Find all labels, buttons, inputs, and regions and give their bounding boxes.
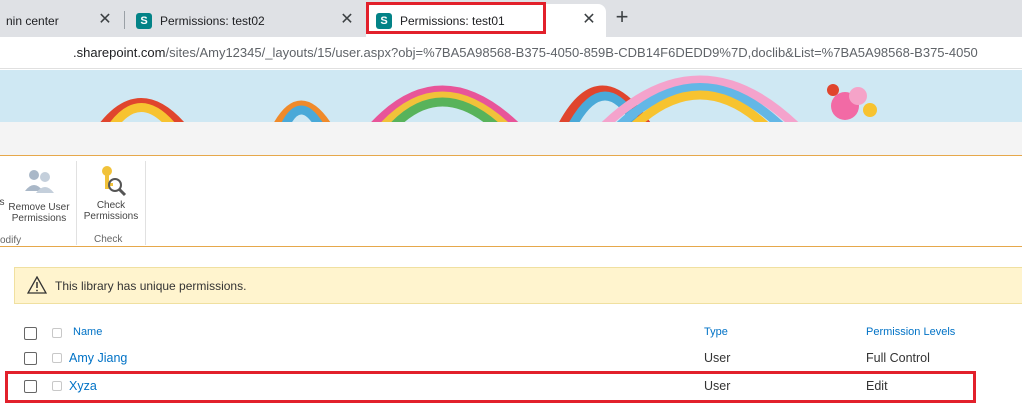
tab-title: Permissions: test02 — [160, 13, 265, 28]
new-tab-button[interactable]: + — [610, 6, 634, 30]
url-path: /sites/Amy12345/_layouts/15/user.aspx?ob… — [165, 45, 978, 60]
address-bar[interactable]: .sharepoint.com/sites/Amy12345/_layouts/… — [0, 37, 1022, 69]
close-icon[interactable]: ✕ — [580, 11, 598, 29]
check-line1: Check — [96, 200, 126, 211]
modify-group-label: odify — [0, 235, 22, 246]
tab-admin-center[interactable]: nin center ✕ — [0, 4, 122, 37]
suite-bar — [0, 122, 1022, 156]
tab-title: Permissions: test01 — [400, 13, 505, 28]
column-header-permission-levels[interactable]: Permission Levels — [866, 326, 955, 338]
permission-level: Full Control — [866, 351, 930, 365]
ribbon-divider — [145, 161, 146, 245]
sharepoint-icon: S — [136, 12, 152, 29]
close-icon[interactable]: ✕ — [96, 11, 114, 29]
tab-permissions-test01[interactable]: S Permissions: test01 ✕ — [366, 4, 606, 37]
row-item-checkbox[interactable] — [52, 381, 62, 391]
unique-permissions-notice: This library has unique permissions. — [14, 267, 1022, 304]
ribbon-divider — [76, 161, 77, 245]
remove-user-permissions-button[interactable]: Remove User Permissions — [6, 167, 72, 224]
users-icon — [25, 170, 54, 193]
notice-text: This library has unique permissions. — [55, 279, 247, 293]
ribbon: s Remove User Permissions odify Check Pe… — [0, 157, 1022, 247]
check-group-label: Check — [94, 234, 123, 245]
column-header-type[interactable]: Type — [704, 326, 728, 338]
remove-user-line1: Remove User — [8, 202, 70, 213]
row-item-checkbox[interactable] — [52, 353, 62, 363]
check-line2: Permissions — [83, 211, 139, 222]
sharepoint-icon: S — [376, 12, 392, 29]
key-magnifier-icon — [102, 166, 127, 197]
tab-permissions-test02[interactable]: S Permissions: test02 ✕ — [126, 4, 364, 37]
check-permissions-button[interactable]: Check Permissions — [80, 165, 142, 222]
header-item-checkbox[interactable] — [52, 328, 62, 338]
select-all-checkbox[interactable] — [24, 327, 37, 340]
row-checkbox[interactable] — [24, 352, 37, 365]
warning-icon — [27, 276, 47, 294]
tab-title: nin center — [6, 13, 59, 28]
tab-separator — [124, 11, 125, 29]
user-name-link[interactable]: Xyza — [69, 379, 97, 393]
user-type: User — [704, 379, 731, 393]
site-banner-image — [0, 70, 1022, 122]
highlight-box-xyza-row — [5, 371, 976, 403]
tab-strip: nin center ✕ S Permissions: test02 ✕ S P… — [0, 0, 1022, 37]
row-checkbox[interactable] — [24, 380, 37, 393]
user-name-link[interactable]: Amy Jiang — [69, 351, 127, 365]
user-type: User — [704, 351, 731, 365]
remove-user-line2: Permissions — [11, 213, 67, 224]
url-domain: .sharepoint.com — [73, 45, 166, 60]
url-text[interactable]: .sharepoint.com/sites/Amy12345/_layouts/… — [73, 45, 978, 60]
permission-level: Edit — [866, 379, 888, 393]
column-header-name[interactable]: Name — [73, 326, 102, 338]
close-icon[interactable]: ✕ — [338, 11, 356, 29]
rainbow-banner-art — [100, 75, 877, 122]
